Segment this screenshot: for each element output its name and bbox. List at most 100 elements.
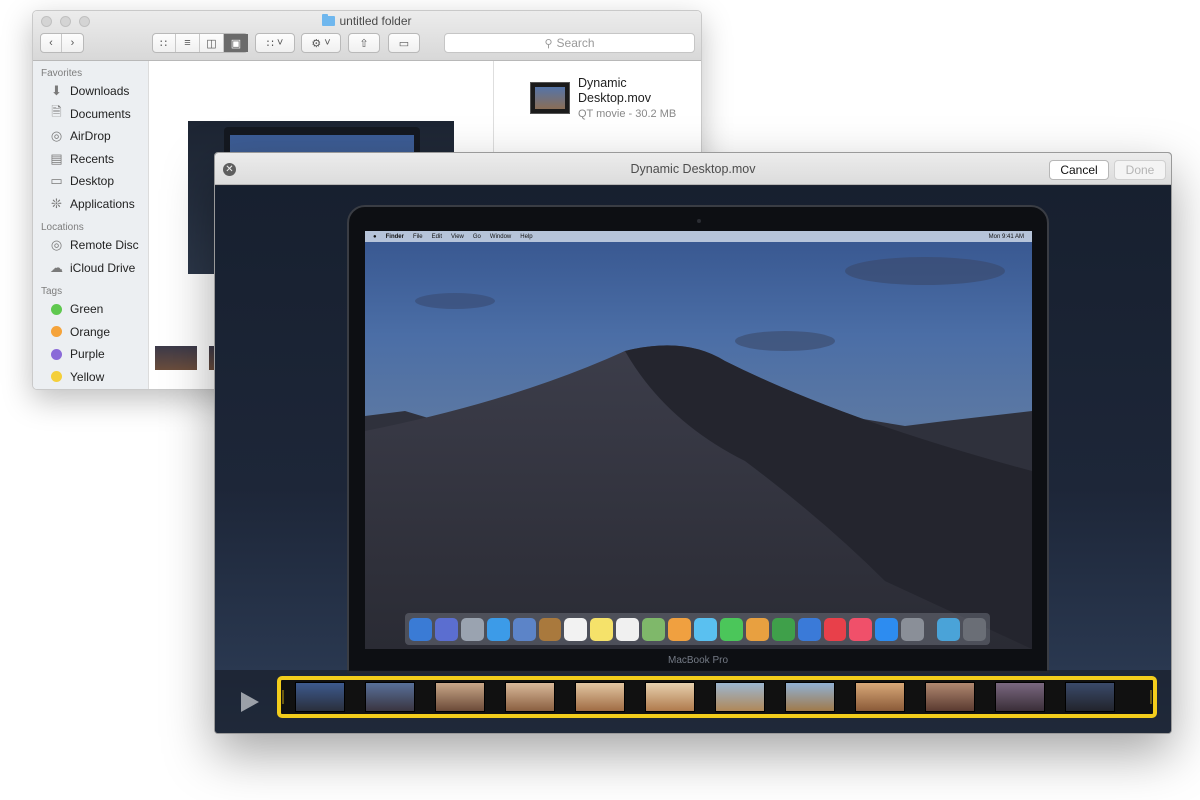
device-label: MacBook Pro [667, 655, 729, 666]
menu-bar: ● Finder File Edit View Go Window Help M… [365, 231, 1032, 242]
yellow-tag-dot [51, 371, 62, 383]
sidebar-item-documents[interactable]: 🗎 Documents [33, 103, 148, 126]
filmstrip-frame [785, 682, 835, 712]
calendar-icon [564, 617, 588, 641]
trim-start-handle[interactable] [282, 690, 284, 704]
filmstrip-frame [1065, 682, 1115, 712]
filmstrip-frame [855, 682, 905, 712]
launchpad-icon [460, 617, 484, 641]
trim-end-handle[interactable] [1150, 690, 1152, 704]
contacts-icon [538, 617, 562, 641]
mail-icon [512, 617, 536, 641]
quicklook-titlebar: ✕ Dynamic Desktop.mov Cancel Done [215, 153, 1171, 185]
sidebar-item-icloud-drive[interactable]: ☁ iCloud Drive [33, 257, 148, 280]
sidebar-item-remote-disc[interactable]: ◎ Remote Disc [33, 234, 148, 257]
play-icon[interactable] [241, 692, 259, 712]
sidebar-tag-purple[interactable]: Purple [33, 343, 148, 366]
list-view-button[interactable]: ≡ [176, 34, 200, 52]
sidebar-tag-green[interactable]: Green [33, 298, 148, 321]
menu-view: View [450, 233, 464, 240]
sidebar-tag-yellow[interactable]: Yellow [33, 366, 148, 389]
purple-tag-dot [51, 348, 62, 360]
share-button[interactable]: ⇧ [348, 33, 380, 53]
dock [405, 613, 990, 645]
chevron-down-icon: ˅ [324, 37, 331, 49]
back-forward-buttons: ‹ › [40, 33, 84, 53]
forward-button[interactable]: › [62, 34, 83, 52]
macbook-frame: ● Finder File Edit View Go Window Help M… [347, 205, 1049, 673]
file-name: Dynamic Desktop.mov [578, 76, 651, 105]
documents-icon: 🗎 [51, 103, 62, 119]
menu-clock: Mon 9:41 AM [988, 233, 1024, 240]
camera-dot [697, 219, 701, 223]
filmstrip-frame [925, 682, 975, 712]
folder-icon [322, 14, 336, 26]
sidebar-item-airdrop[interactable]: ◎ AirDrop [33, 125, 148, 148]
keynote-icon [797, 617, 821, 641]
downloads-icon: ⬇ [51, 83, 62, 99]
favorites-heading: Favorites [41, 68, 83, 79]
desktop-icon: ▭ [50, 173, 63, 189]
menu-file: File [412, 233, 423, 240]
gear-icon: ⚙ [311, 37, 322, 50]
desert-dunes-image [365, 257, 1032, 649]
filmstrip-frame [365, 682, 415, 712]
trim-controls [215, 670, 1171, 733]
file-thumbnail [530, 82, 570, 114]
chevron-down-icon: ˅ [276, 37, 284, 49]
finder-toolbar: untitled folder ‹ › ∷ ≡ ◫ ▣ ∷ ˅ ⚙ ˅ ⇧ ▭ … [33, 11, 701, 61]
quicklook-title: Dynamic Desktop.mov [630, 162, 756, 176]
orange-tag-dot [51, 326, 62, 338]
siri-icon [434, 617, 458, 641]
menu-finder: Finder [385, 233, 404, 240]
music-icon [849, 617, 873, 641]
video-frame: ● Finder File Edit View Go Window Help M… [365, 231, 1032, 649]
messages-icon [693, 617, 717, 641]
file-kind-size: QT movie - 30.2 MB [578, 108, 677, 120]
done-button[interactable]: Done [1114, 160, 1166, 180]
system-preferences-icon [901, 617, 925, 641]
airdrop-icon: ◎ [50, 128, 63, 144]
sidebar-tag-orange[interactable]: Orange [33, 321, 148, 344]
icon-view-button[interactable]: ∷ [152, 34, 176, 52]
back-button[interactable]: ‹ [41, 34, 63, 52]
menu-go: Go [472, 233, 481, 240]
window-title: untitled folder [33, 14, 701, 28]
app-store-icon [875, 617, 899, 641]
sidebar-item-recents[interactable]: ▤ Recents [33, 148, 148, 171]
filmstrip-frame [995, 682, 1045, 712]
filmstrip-frame [715, 682, 765, 712]
finder-icon [409, 617, 432, 641]
gallery-view-button[interactable]: ▣ [224, 34, 248, 52]
column-view-button[interactable]: ◫ [200, 34, 224, 52]
menu-window: Window [489, 233, 512, 240]
recents-icon: ▤ [50, 150, 63, 166]
search-icon: ⚲ [544, 37, 553, 50]
filmstrip [295, 682, 1139, 712]
notes-icon [590, 617, 614, 641]
trash-icon [963, 617, 986, 641]
action-menu-button[interactable]: ⚙ ˅ [301, 33, 341, 53]
edit-tags-button[interactable]: ▭ [388, 33, 420, 53]
green-tag-dot [51, 303, 62, 315]
gallery-thumbnail[interactable] [155, 346, 197, 370]
trim-bar[interactable] [277, 676, 1157, 718]
filmstrip-frame [645, 682, 695, 712]
sidebar-item-applications[interactable]: ❊ Applications [33, 193, 148, 216]
quicklook-window: ✕ Dynamic Desktop.mov Cancel Done ● Find… [214, 152, 1172, 734]
applications-icon: ❊ [51, 195, 62, 211]
photos-icon [668, 617, 691, 641]
sidebar-item-downloads[interactable]: ⬇ Downloads [33, 80, 148, 103]
sidebar: Favorites ⬇ Downloads 🗎 Documents ◎ AirD… [33, 61, 149, 389]
group-by-button[interactable]: ∷ ˅ [255, 33, 295, 53]
facetime-icon [719, 617, 743, 641]
video-stage: ● Finder File Edit View Go Window Help M… [215, 186, 1171, 733]
tag-icon: ▭ [398, 37, 410, 50]
pages-icon [745, 617, 769, 641]
reminders-icon [616, 617, 640, 641]
cancel-button[interactable]: Cancel [1049, 160, 1109, 180]
search-field[interactable]: ⚲ Search [444, 33, 695, 53]
sidebar-item-desktop[interactable]: ▭ Desktop [33, 170, 148, 193]
apple-icon: ● [373, 233, 377, 240]
numbers-icon [771, 617, 795, 641]
